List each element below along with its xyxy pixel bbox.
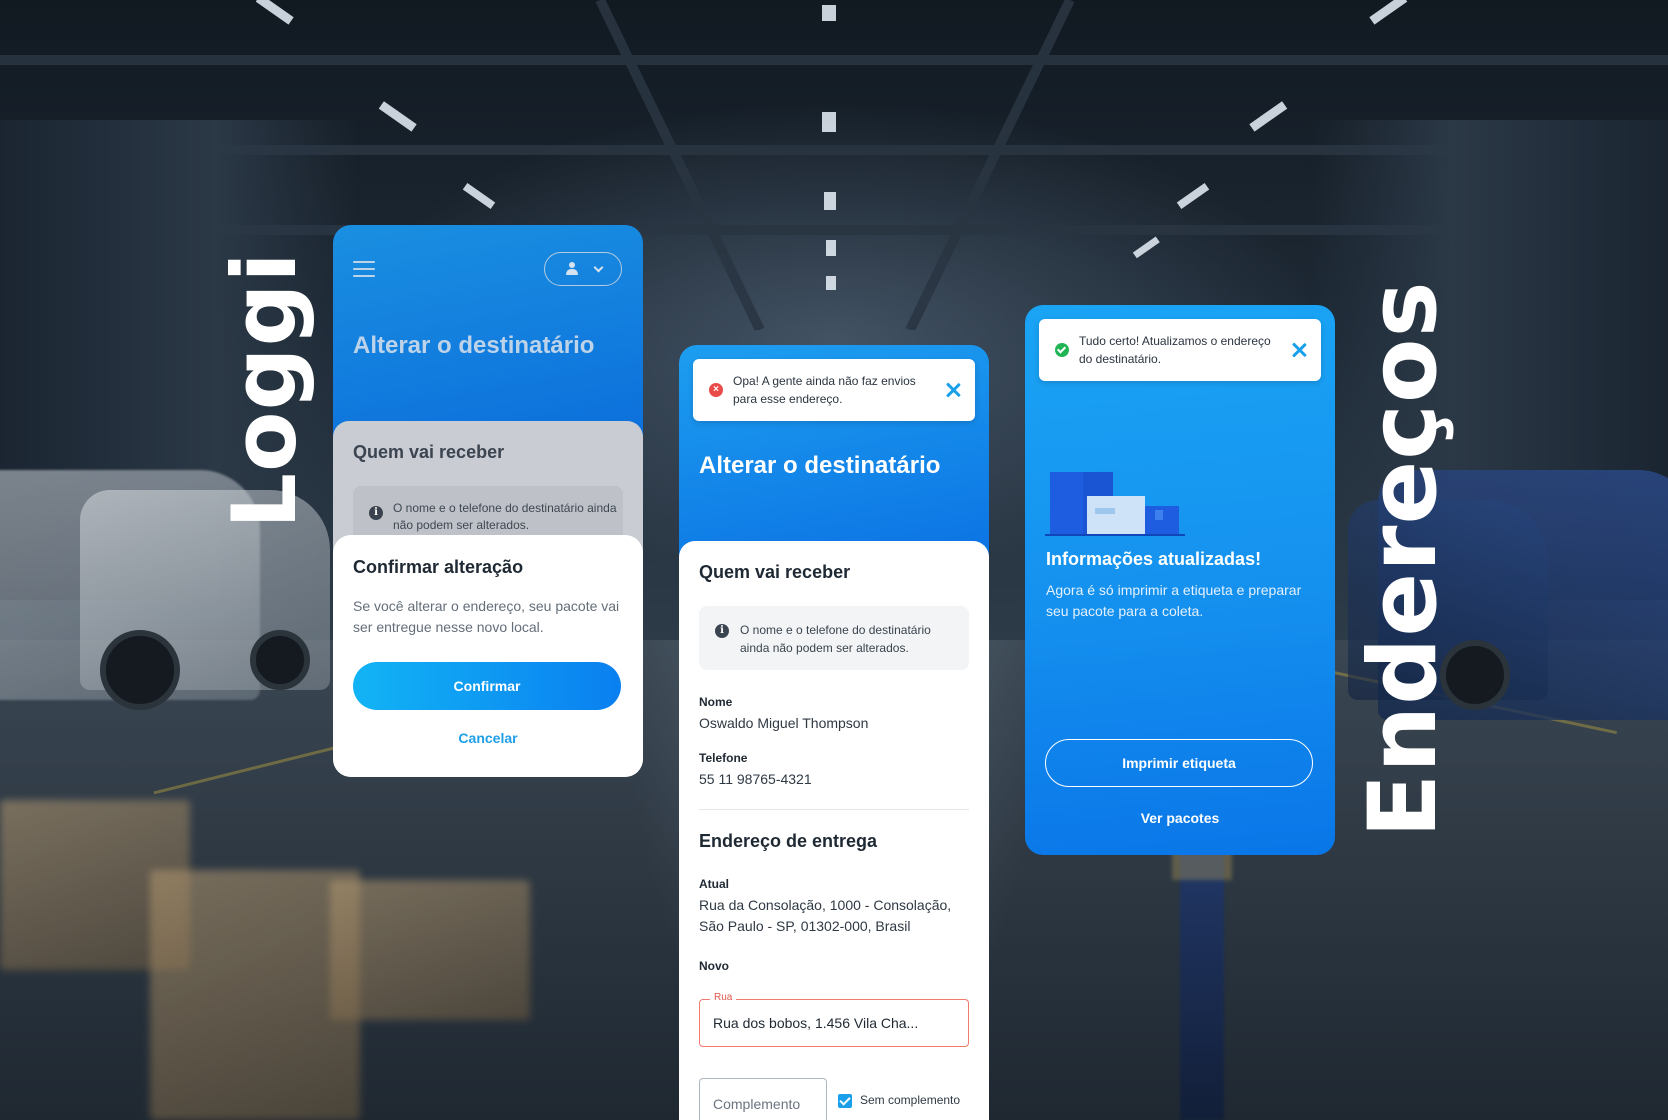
close-icon[interactable] [945, 382, 961, 398]
hamburger-icon[interactable] [353, 261, 375, 277]
van-wheel [100, 630, 180, 710]
van-wheel [250, 630, 310, 690]
current-address-value: Rua da Consolação, 1000 - Consolação, Sã… [699, 897, 952, 934]
packages-illustration [1045, 470, 1190, 538]
screen-success: Tudo certo! Atualizamos o endereço do de… [1025, 305, 1335, 855]
dialog-text: Se você alterar o endereço, seu pacote v… [353, 598, 620, 635]
toast-message: Opa! A gente ainda não faz envios para e… [733, 374, 916, 406]
section-heading: Quem vai receber [353, 442, 505, 462]
street-input[interactable]: Rua Rua dos bobos, 1.456 Vila Cha... [699, 992, 969, 1047]
brand-logo: Loggi [213, 251, 316, 529]
confirm-button[interactable]: Confirmar [353, 662, 621, 710]
close-icon[interactable] [1291, 342, 1307, 358]
chevron-down-icon [593, 262, 603, 272]
new-address-label: Novo [699, 959, 729, 973]
confirm-dialog: Confirmar alteração Se você alterar o en… [333, 535, 643, 777]
section-title: Endereços [1349, 280, 1458, 838]
section-heading: Endereço de entrega [699, 831, 878, 851]
cardboard-box [330, 880, 530, 1020]
screen-header: Alterar o destinatário [333, 225, 643, 445]
current-address-label: Atual [699, 877, 729, 891]
screen-form: × Opa! A gente ainda não faz envios para… [679, 345, 989, 1120]
complement-input[interactable]: Complemento [699, 1078, 827, 1120]
street-input-label: Rua [710, 992, 737, 1003]
dialog-title: Confirmar alteração [353, 557, 524, 577]
check-circle-icon [1055, 343, 1069, 357]
success-heading: Informações atualizadas! [1046, 549, 1262, 569]
info-text: O nome e o telefone do destinatário aind… [740, 623, 931, 655]
cancel-link[interactable]: Cancelar [333, 730, 643, 746]
user-menu-button[interactable] [544, 252, 622, 286]
error-toast: × Opa! A gente ainda não faz envios para… [693, 359, 975, 421]
view-packages-link[interactable]: Ver pacotes [1025, 810, 1335, 826]
info-banner: i O nome e o telefone do destinatário ai… [699, 606, 969, 670]
street-input-value: Rua dos bobos, 1.456 Vila Cha... [713, 1015, 919, 1031]
cardboard-box [150, 870, 360, 1120]
phone-label: Telefone [699, 751, 748, 765]
complement-placeholder: Complemento [713, 1096, 801, 1112]
user-icon [565, 262, 579, 276]
screen-header: × Opa! A gente ainda não faz envios para… [679, 345, 989, 565]
print-label-button[interactable]: Imprimir etiqueta [1045, 739, 1313, 787]
info-icon: i [369, 506, 383, 520]
screen-confirm: Alterar o destinatário Quem vai receber … [333, 225, 643, 777]
screen-body: Quem vai receber i O nome e o telefone d… [679, 541, 989, 1120]
page-title: Alterar o destinatário [353, 332, 595, 359]
name-label: Nome [699, 695, 733, 709]
phone-value: 55 11 98765-4321 [699, 771, 812, 787]
info-text: O nome e o telefone do destinatário aind… [393, 501, 617, 532]
info-icon: i [715, 624, 729, 638]
page-title: Alterar o destinatário [699, 452, 941, 479]
name-value: Oswaldo Miguel Thompson [699, 715, 869, 731]
error-icon: × [709, 383, 723, 397]
toast-message: Tudo certo! Atualizamos o endereço do de… [1079, 334, 1271, 366]
no-complement-checkbox[interactable] [838, 1094, 852, 1108]
success-text: Agora é só imprimir a etiqueta e prepara… [1046, 582, 1302, 619]
no-complement-label[interactable]: Sem complemento [860, 1093, 960, 1107]
success-toast: Tudo certo! Atualizamos o endereço do de… [1039, 319, 1321, 381]
section-heading: Quem vai receber [699, 562, 851, 582]
divider [699, 809, 969, 810]
